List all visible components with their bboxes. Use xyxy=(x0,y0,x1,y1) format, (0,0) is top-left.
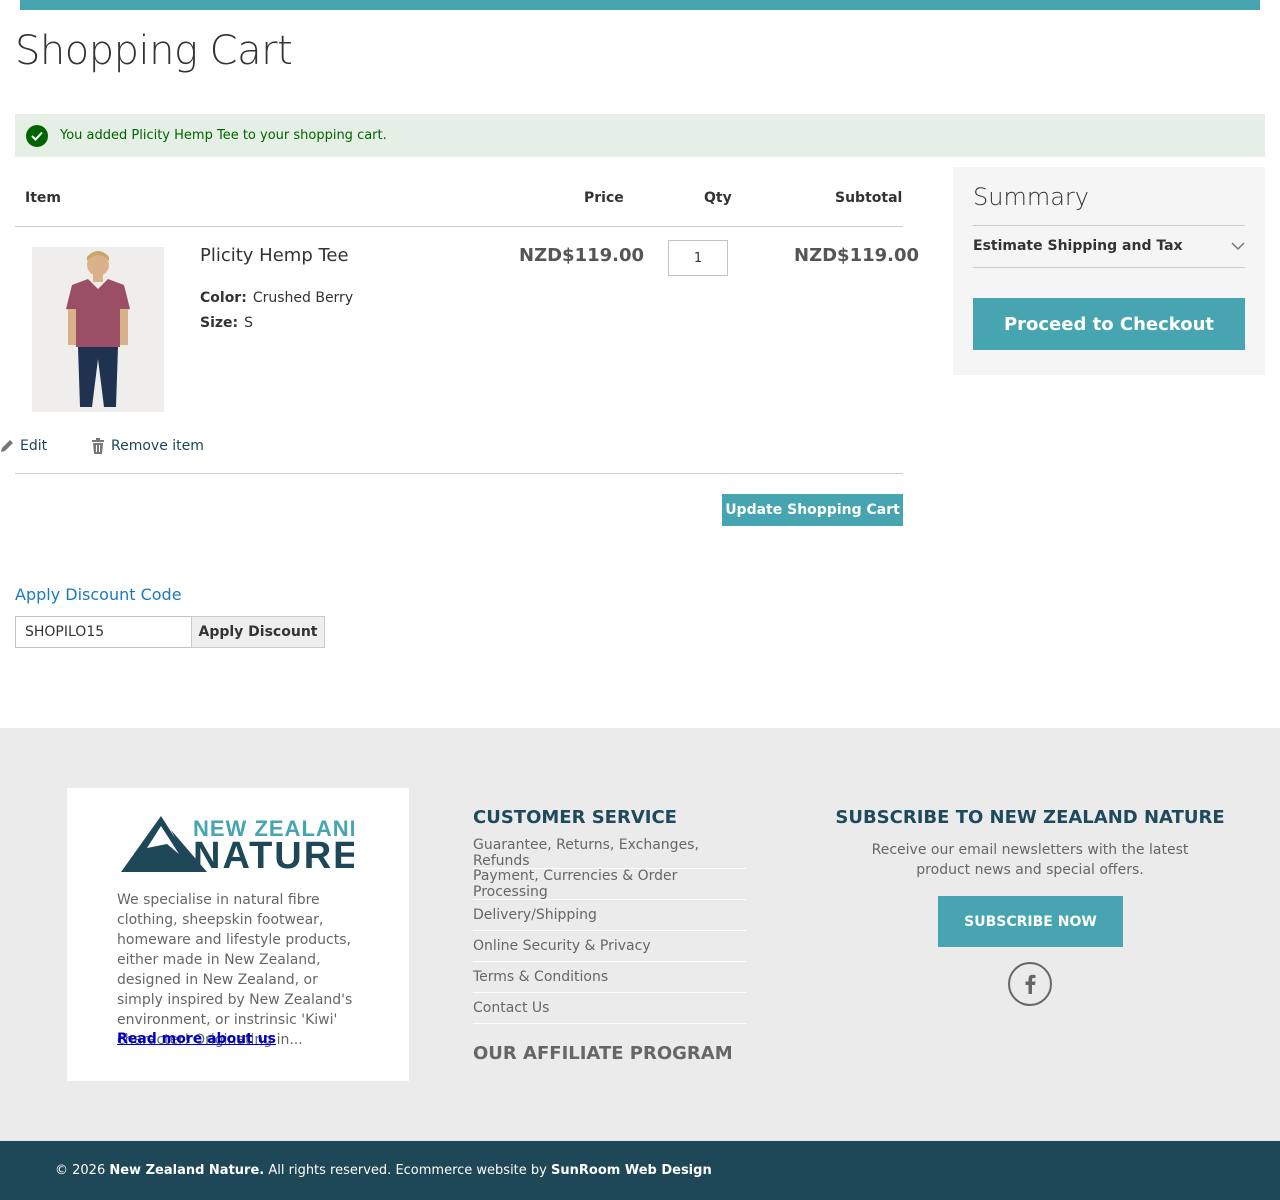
success-message-text: You added Plicity Hemp Tee to your shopp… xyxy=(60,128,387,143)
top-accent-bar xyxy=(20,0,1260,10)
footer-link[interactable]: Payment, Currencies & Order Processing xyxy=(473,868,746,900)
remove-item-link[interactable]: Remove item xyxy=(91,438,204,454)
option-color: Color: Crushed Berry xyxy=(200,290,353,306)
header-subtotal: Subtotal xyxy=(835,190,903,206)
brand-logo[interactable]: NEW ZEALAND NATURE xyxy=(119,810,366,878)
trash-icon xyxy=(92,438,104,454)
customer-service-list: Guarantee, Returns, Exchanges, Refunds P… xyxy=(473,837,746,1024)
order-summary: Summary Estimate Shipping and Tax Procee… xyxy=(953,167,1265,375)
item-subtotal: NZD$119.00 xyxy=(794,245,920,266)
footer-link[interactable]: Guarantee, Returns, Exchanges, Refunds xyxy=(473,837,746,869)
copyright-text: All rights reserved. Ecommerce website b… xyxy=(268,1163,547,1178)
customer-service-title: CUSTOMER SERVICE xyxy=(473,807,677,828)
product-image[interactable] xyxy=(32,247,164,412)
quantity-input[interactable] xyxy=(668,240,728,276)
option-value: Crushed Berry xyxy=(252,290,354,306)
footer-link[interactable]: Online Security & Privacy xyxy=(473,931,746,962)
divider xyxy=(973,225,1245,226)
update-cart-button[interactable]: Update Shopping Cart xyxy=(722,494,903,526)
subscribe-text: Receive our email newsletters with the l… xyxy=(871,842,1189,878)
subscribe-now-button[interactable]: SUBSCRIBE NOW xyxy=(938,896,1123,947)
divider xyxy=(15,473,903,474)
divider xyxy=(15,226,903,227)
check-circle-icon xyxy=(26,124,48,147)
discount-code-input[interactable] xyxy=(15,616,192,648)
remove-item-label: Remove item xyxy=(111,438,204,454)
affiliate-program-link[interactable]: OUR AFFILIATE PROGRAM xyxy=(473,1043,733,1064)
proceed-to-checkout-button[interactable]: Proceed to Checkout xyxy=(973,298,1245,350)
apply-discount-button[interactable]: Apply Discount xyxy=(191,616,325,648)
divider xyxy=(973,267,1245,268)
summary-title: Summary xyxy=(973,183,1089,211)
edit-link[interactable]: Edit xyxy=(0,438,47,454)
estimate-shipping-toggle[interactable]: Estimate Shipping and Tax xyxy=(973,238,1245,254)
option-label: Color: xyxy=(200,290,247,306)
logo-line-2: NATURE xyxy=(193,835,354,874)
estimate-shipping-label: Estimate Shipping and Tax xyxy=(973,238,1183,254)
copyright-prefix: © 2026 xyxy=(55,1163,106,1178)
chevron-down-icon xyxy=(1231,241,1245,250)
option-size: Size: S xyxy=(200,315,253,331)
page-title: Shopping Cart xyxy=(15,28,293,74)
designer-link[interactable]: SunRoom Web Design xyxy=(551,1163,712,1178)
footer-link[interactable]: Contact Us xyxy=(473,993,746,1024)
copyright-bar: © 2026 New Zealand Nature. All rights re… xyxy=(0,1141,1280,1200)
header-price: Price xyxy=(584,190,624,206)
success-message: You added Plicity Hemp Tee to your shopp… xyxy=(15,114,1265,157)
read-more-link[interactable]: Read more about us xyxy=(117,1031,276,1047)
option-value: S xyxy=(244,315,254,331)
discount-toggle[interactable]: Apply Discount Code xyxy=(15,585,182,604)
footer-link[interactable]: Terms & Conditions xyxy=(473,962,746,993)
product-name[interactable]: Plicity Hemp Tee xyxy=(200,245,349,266)
footer-link[interactable]: Delivery/Shipping xyxy=(473,900,746,931)
about-text: We specialise in natural fibre clothing,… xyxy=(117,892,353,1048)
edit-label: Edit xyxy=(20,438,48,454)
option-label: Size: xyxy=(200,315,239,331)
pencil-icon xyxy=(1,440,13,452)
about-card: NEW ZEALAND NATURE We specialise in natu… xyxy=(67,788,409,1081)
item-price: NZD$119.00 xyxy=(519,245,645,266)
facebook-icon[interactable] xyxy=(1008,962,1052,1006)
subscribe-title: SUBSCRIBE TO NEW ZEALAND NATURE xyxy=(835,807,1225,828)
header-item: Item xyxy=(25,190,61,206)
site-footer: NEW ZEALAND NATURE We specialise in natu… xyxy=(0,728,1280,1141)
copyright-brand: New Zealand Nature. xyxy=(109,1163,265,1178)
header-qty: Qty xyxy=(704,190,732,206)
